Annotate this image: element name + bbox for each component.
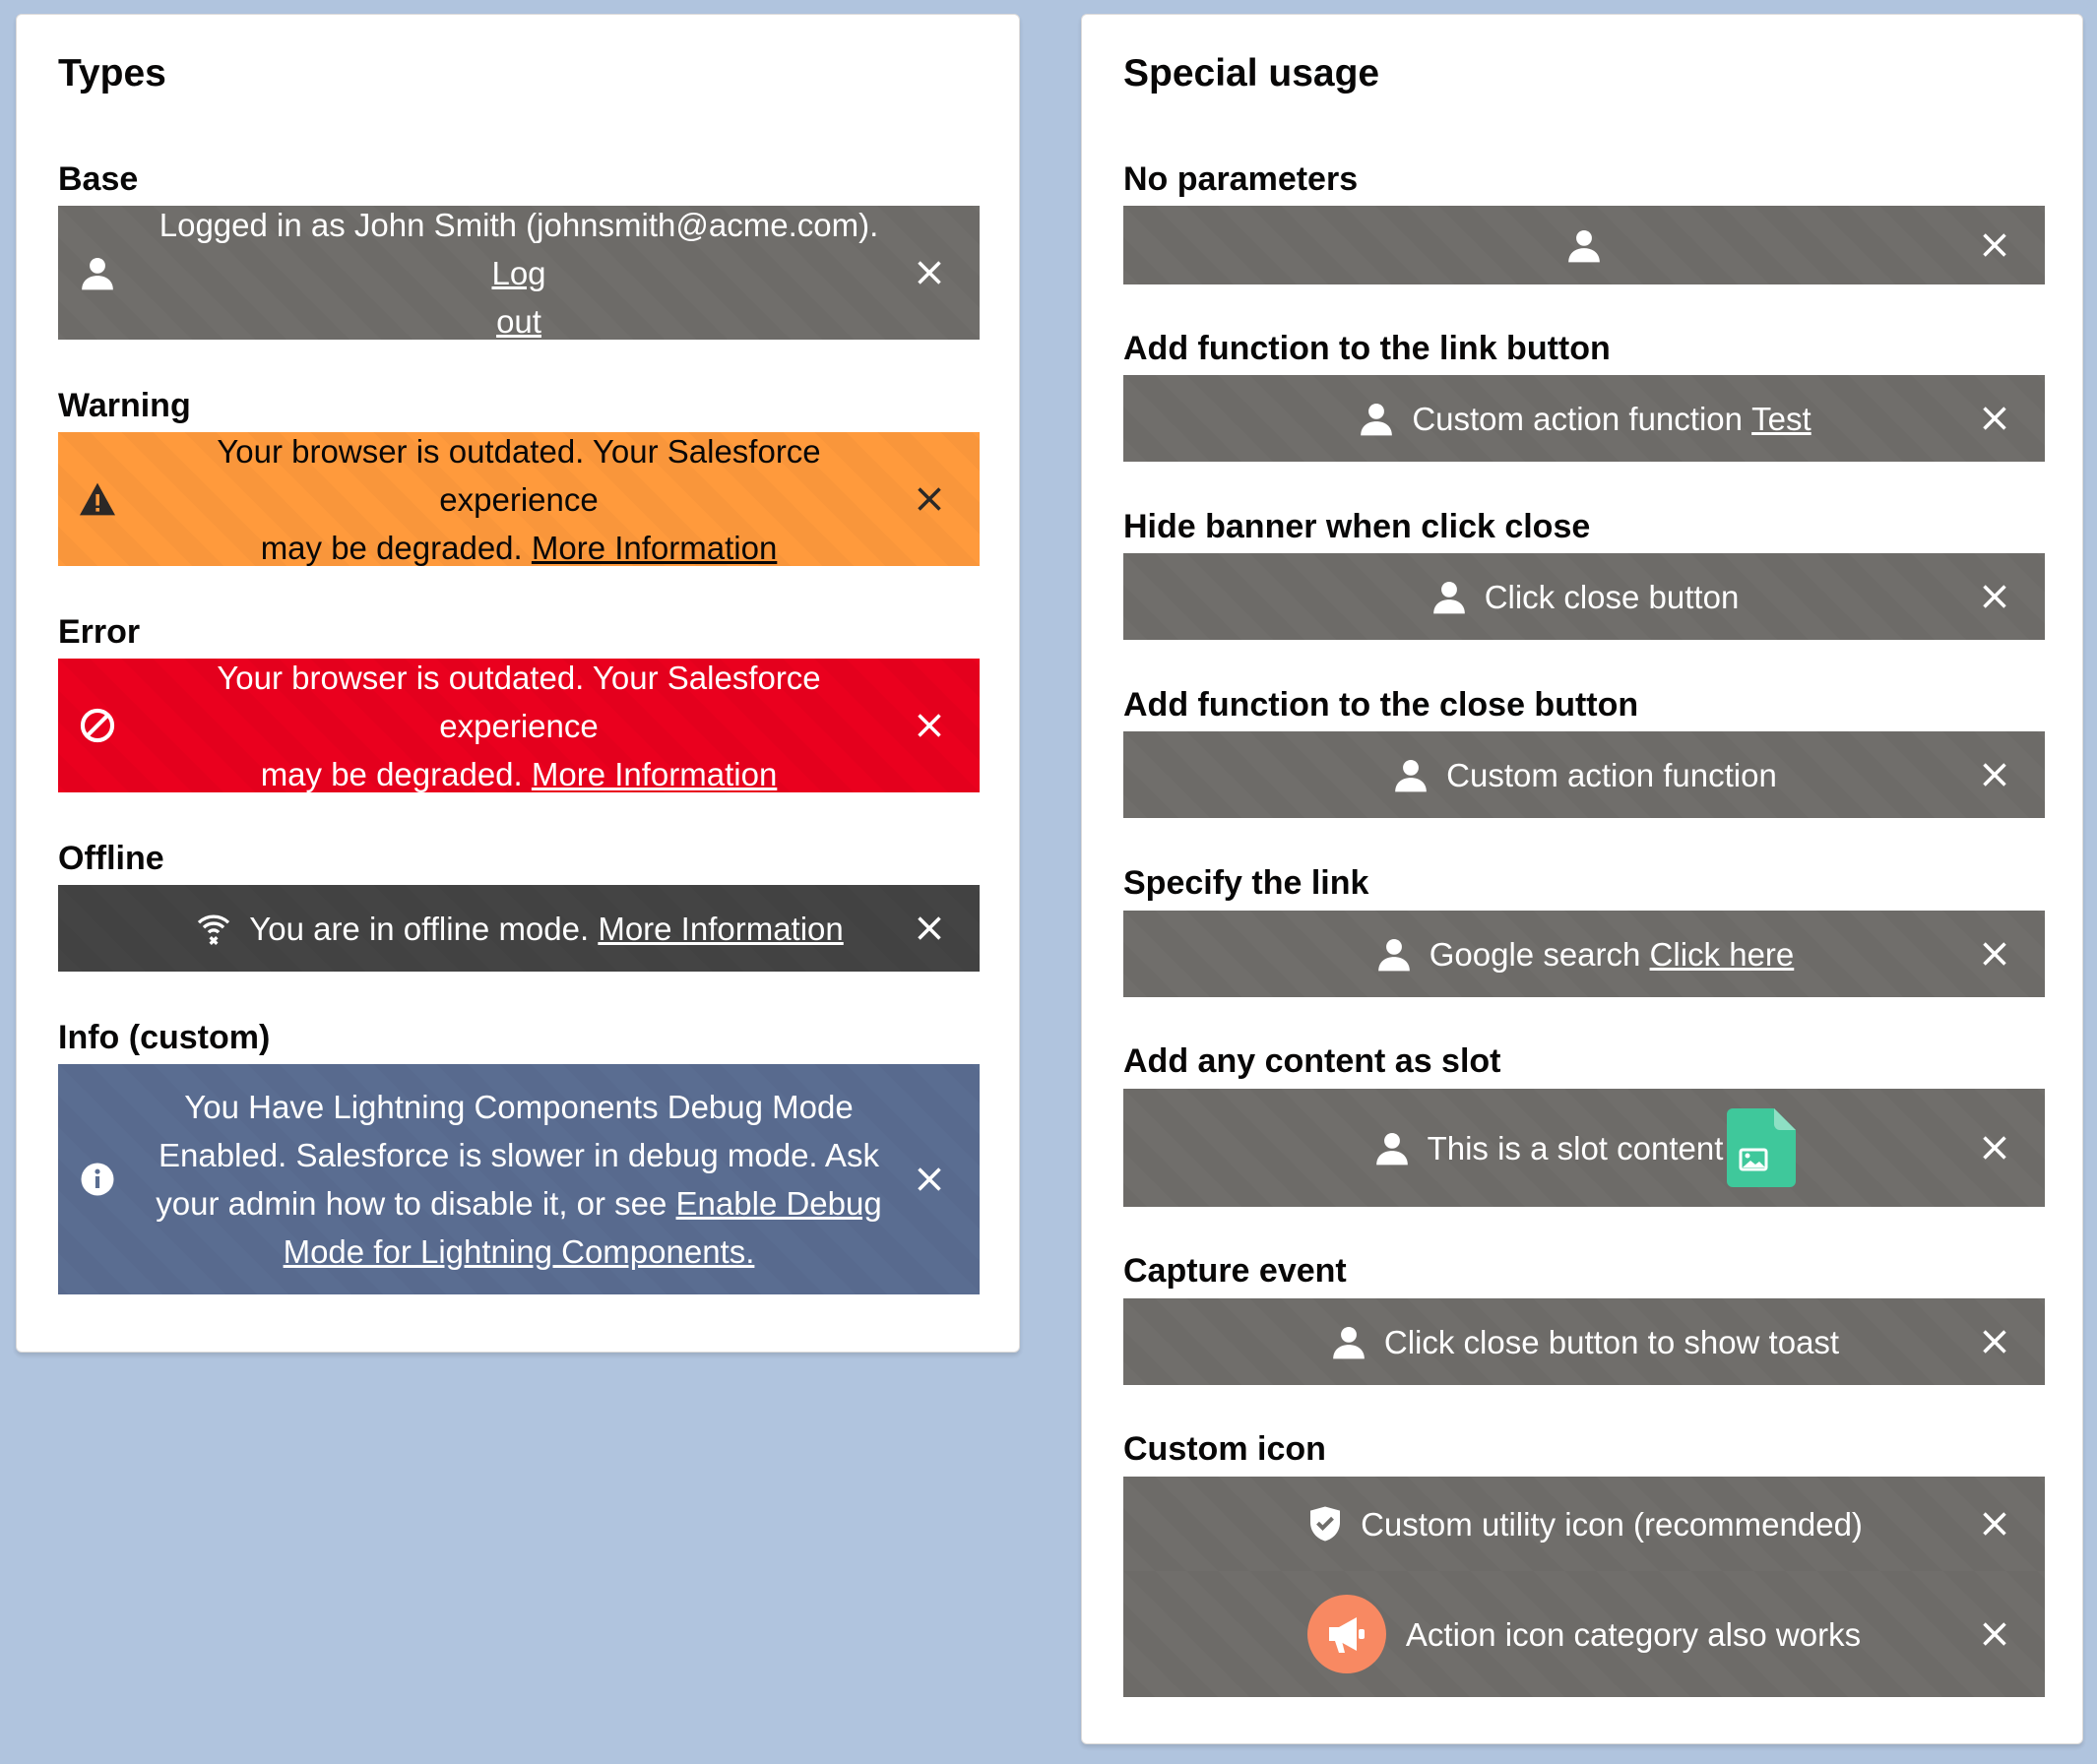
offline-banner: You are in offline mode. More Informatio… — [58, 885, 980, 972]
warning-line2: may be degraded. — [260, 529, 523, 566]
special-usage-card: Special usage No parameters Add function… — [1081, 14, 2083, 1744]
slot-banner: This is a slot content — [1123, 1089, 2045, 1207]
info-label: Info (custom) — [58, 1019, 271, 1056]
types-card: Types Base Logged in as John Smith (john… — [16, 14, 1020, 1353]
custom-icon-label: Custom icon — [1123, 1430, 1326, 1468]
warning-line1: Your browser is outdated. Your Salesforc… — [217, 432, 821, 518]
debug-mode-link[interactable]: Enable Debug — [676, 1185, 882, 1222]
capture-label: Capture event — [1123, 1252, 1347, 1290]
debug-mode-link-cont[interactable]: Mode for Lightning Components. — [284, 1233, 755, 1270]
error-banner: Your browser is outdated. Your Salesforc… — [58, 659, 980, 792]
logout-link[interactable]: Log — [491, 255, 545, 291]
custom-utility-banner: Custom utility icon (recommended) — [1123, 1477, 2045, 1571]
close-icon[interactable] — [1980, 582, 2009, 611]
user-icon — [1329, 1322, 1368, 1361]
capture-text: Click close button to show toast — [1383, 1323, 1840, 1360]
info-line1: You Have Lightning Components Debug Mode — [184, 1089, 854, 1125]
close-icon[interactable] — [915, 1165, 944, 1194]
link-fn-label: Add function to the link button — [1123, 330, 1611, 367]
test-link[interactable]: Test — [1751, 395, 1811, 443]
click-here-link[interactable]: Click here — [1650, 930, 1795, 978]
specify-link-banner: Google search Click here — [1123, 911, 2045, 997]
warning-label: Warning — [58, 387, 191, 424]
error-line2: may be degraded. — [260, 755, 523, 792]
close-icon[interactable] — [915, 711, 944, 740]
close-icon[interactable] — [1980, 1327, 2009, 1356]
types-title: Types — [58, 52, 166, 94]
more-info-link[interactable]: More Information — [532, 756, 777, 792]
info-line2: Enabled. Salesforce is slower in debug m… — [159, 1137, 879, 1173]
offline-icon — [194, 909, 233, 948]
offline-label: Offline — [58, 840, 164, 877]
slot-label: Add any content as slot — [1123, 1042, 1501, 1080]
hide-banner-label: Hide banner when click close — [1123, 508, 1591, 545]
base-banner: Logged in as John Smith (johnsmith@acme.… — [58, 206, 980, 340]
megaphone-icon — [1306, 1595, 1386, 1673]
shield-check-icon — [1305, 1504, 1345, 1544]
close-icon[interactable] — [1980, 1509, 2009, 1539]
link-fn-banner: Custom action function Test — [1123, 375, 2045, 462]
close-icon[interactable] — [1980, 404, 2009, 433]
slot-text: This is a slot content — [1427, 1129, 1724, 1166]
image-file-icon — [1727, 1108, 1797, 1187]
close-icon[interactable] — [915, 914, 944, 943]
close-icon[interactable] — [1980, 939, 2009, 969]
more-info-link[interactable]: More Information — [532, 530, 777, 566]
hide-banner-text: Click close button — [1484, 578, 1740, 615]
base-label: Base — [58, 160, 139, 198]
warning-banner: Your browser is outdated. Your Salesforc… — [58, 432, 980, 566]
link-fn-text: Custom action function — [1412, 400, 1743, 437]
custom-utility-text: Custom utility icon (recommended) — [1361, 1505, 1863, 1543]
close-fn-text: Custom action function — [1446, 756, 1777, 793]
user-icon — [1374, 934, 1414, 974]
custom-action-text: Action icon category also works — [1405, 1615, 1862, 1653]
close-fn-banner: Custom action function — [1123, 731, 2045, 818]
user-icon — [1357, 399, 1396, 438]
user-icon — [1564, 225, 1604, 265]
specify-link-text: Google search — [1429, 935, 1641, 973]
logout-link-cont[interactable]: out — [496, 303, 541, 340]
custom-action-banner: Action icon category also works — [1123, 1571, 2045, 1697]
capture-banner: Click close button to show toast — [1123, 1298, 2045, 1385]
user-icon — [1372, 1128, 1412, 1167]
info-line3: your admin how to disable it, or see — [156, 1185, 667, 1222]
close-icon[interactable] — [1980, 1619, 2009, 1649]
special-title: Special usage — [1123, 52, 1380, 94]
no-params-label: No parameters — [1123, 160, 1359, 198]
no-params-banner — [1123, 206, 2045, 284]
close-icon[interactable] — [1980, 230, 2009, 260]
close-icon[interactable] — [1980, 1133, 2009, 1163]
close-icon[interactable] — [1980, 760, 2009, 789]
offline-text: You are in offline mode. — [249, 910, 590, 947]
info-banner: You Have Lightning Components Debug Mode… — [58, 1064, 980, 1294]
base-text: Logged in as John Smith (johnsmith@acme.… — [159, 206, 879, 243]
error-line1: Your browser is outdated. Your Salesforc… — [217, 659, 821, 744]
error-label: Error — [58, 613, 141, 651]
user-icon — [1391, 755, 1430, 794]
close-icon[interactable] — [915, 484, 944, 514]
specify-link-label: Specify the link — [1123, 864, 1369, 902]
close-icon[interactable] — [915, 258, 944, 287]
close-fn-label: Add function to the close button — [1123, 686, 1639, 724]
user-icon — [1430, 577, 1469, 616]
more-info-link[interactable]: More Information — [598, 905, 843, 953]
hide-banner-banner: Click close button — [1123, 553, 2045, 640]
